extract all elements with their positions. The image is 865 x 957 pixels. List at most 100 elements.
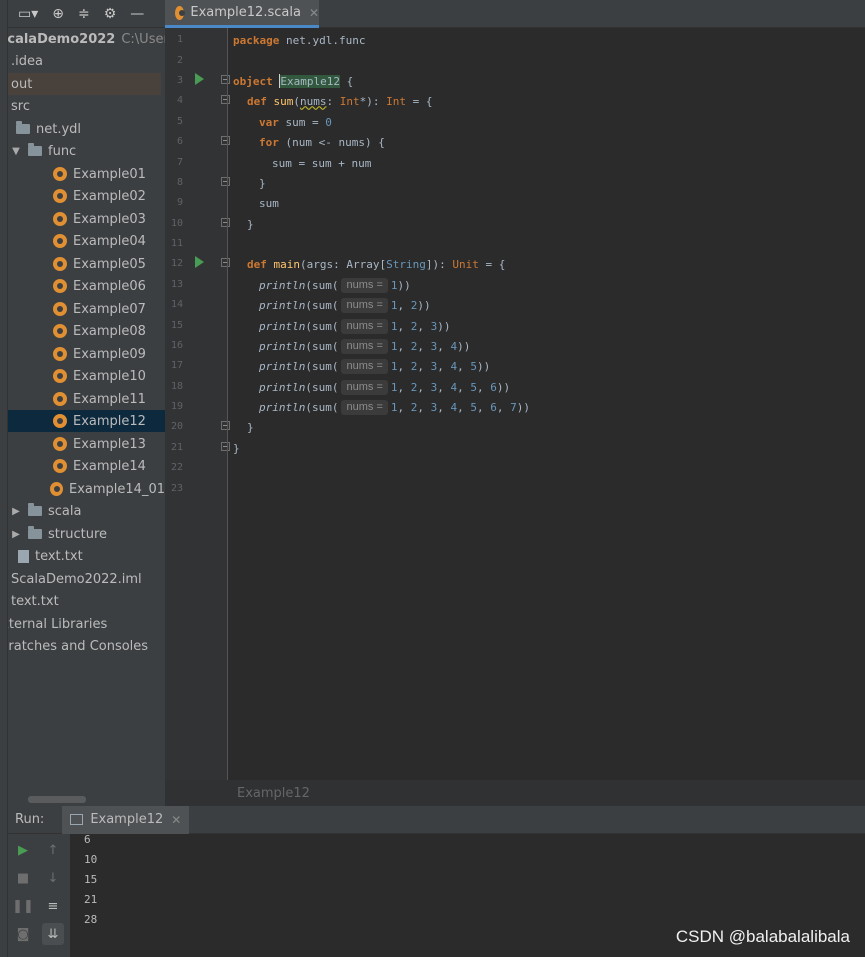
tree-item-text-txt[interactable]: text.txt (18, 545, 165, 567)
collapse-arrow-icon[interactable]: ▶ (10, 529, 22, 540)
tree-item-example04[interactable]: Example04 (8, 230, 165, 252)
code-text: )) (496, 380, 511, 394)
soft-wrap-icon[interactable]: ≡ (42, 895, 64, 917)
tree-item-example01[interactable]: Example01 (8, 163, 165, 185)
down-arrow-icon[interactable]: ↓ (42, 867, 64, 889)
hide-icon[interactable]: — (130, 6, 144, 22)
tree-item-scratches[interactable]: Scratches and Consoles (8, 635, 150, 657)
run-toolbar: ▶ ↑ ■ ↓ ❚❚ ≡ ◙ ⇊ (8, 834, 70, 957)
function-call: println (259, 339, 306, 353)
project-view-icon[interactable]: ▭▾ (18, 6, 38, 22)
line-number: 1 (176, 34, 183, 45)
code-text: )) (457, 339, 471, 353)
code-text: , (437, 359, 451, 373)
code-text: (sum( (305, 298, 339, 312)
tree-item-label: structure (48, 526, 107, 542)
line-number: 13 (170, 279, 183, 290)
function-name: main (273, 257, 301, 271)
number-literal: 2 (410, 380, 418, 394)
tree-item-label: Example14 (73, 458, 146, 474)
tree-item-example02[interactable]: Example02 (8, 185, 165, 207)
run-gutter-icon[interactable] (195, 256, 204, 268)
tree-item-example09[interactable]: Example09 (8, 343, 165, 365)
tree-item-label: .idea (11, 53, 43, 69)
function-call: println (259, 359, 306, 373)
tree-item-text-txt-root[interactable]: text.txt (8, 590, 161, 612)
code-text: sum (259, 196, 279, 210)
tree-item-example12[interactable]: Example12 (8, 410, 165, 432)
tree-item-example08[interactable]: Example08 (8, 320, 165, 342)
code-text: (num <- nums) { (278, 135, 385, 149)
collapse-arrow-icon[interactable]: ▶ (10, 506, 22, 517)
tree-item-example03[interactable]: Example03 (8, 208, 165, 230)
tree-item-example14[interactable]: Example14 (8, 455, 165, 477)
line-number: 4 (176, 95, 183, 106)
tree-item-iml[interactable]: ScalaDemo2022.iml (8, 568, 161, 590)
scala-object-icon (53, 257, 67, 271)
text-file-icon (18, 549, 29, 563)
close-icon[interactable]: ✕ (309, 6, 319, 20)
tree-item-example07[interactable]: Example07 (8, 298, 165, 320)
line-number: 22 (170, 462, 183, 473)
expand-arrow-icon[interactable]: ▼ (10, 146, 22, 157)
code-text: , (397, 380, 411, 394)
type-name: Int (339, 94, 360, 108)
console-output[interactable]: 6 10 15 21 28 (84, 834, 684, 934)
code-text: ( (293, 94, 300, 108)
line-number: 23 (170, 483, 183, 494)
keyword: for (259, 135, 279, 149)
code-line-16: println (sum(nums = 1, 2, 3, 4)) (259, 336, 470, 356)
code-text: )) (516, 400, 530, 414)
tree-item-example06[interactable]: Example06 (8, 275, 165, 297)
scroll-to-end-icon[interactable]: ⇊ (42, 923, 64, 945)
code-line-12: def main (args: Array[String]): Unit = { (247, 254, 505, 274)
code-text: , (437, 339, 451, 353)
scala-object-icon (175, 5, 186, 20)
number-literal: 6 (490, 400, 497, 414)
console-line: 6 (84, 833, 91, 846)
tree-item-label: text.txt (11, 593, 59, 609)
tree-item-example14-01[interactable]: Example14_01 (8, 478, 165, 500)
tree-item-example11[interactable]: Example11 (8, 388, 165, 410)
code-text: sum = (278, 115, 326, 129)
tree-item-example13[interactable]: Example13 (8, 433, 165, 455)
package-icon (16, 121, 30, 134)
package-icon (28, 143, 42, 156)
run-gutter-icon[interactable] (195, 73, 204, 85)
line-number: 12 (170, 258, 183, 269)
tree-item-out[interactable]: out (8, 73, 161, 95)
gear-icon[interactable]: ⚙ (104, 6, 117, 22)
stop-icon[interactable]: ■ (12, 867, 34, 889)
pause-icon[interactable]: ❚❚ (12, 895, 34, 917)
tab-example12-scala[interactable]: Example12.scala ✕ (165, 0, 319, 28)
line-number: 14 (170, 299, 183, 310)
camera-icon[interactable]: ◙ (12, 923, 34, 945)
tree-item-structure[interactable]: ▶ structure (10, 523, 165, 545)
rerun-icon[interactable]: ▶ (12, 839, 34, 861)
tab-run-example12[interactable]: Example12 ✕ (62, 805, 190, 834)
tree-item-idea[interactable]: .idea (8, 50, 161, 72)
code-line-13: println (sum(nums = 1)) (259, 275, 411, 295)
number-literal: 2 (410, 339, 418, 353)
horizontal-scrollbar[interactable] (28, 796, 86, 803)
code-line-21: } (233, 438, 240, 458)
breadcrumb-item[interactable]: Example12 (237, 786, 310, 801)
collapse-all-icon[interactable]: ≑ (78, 6, 90, 22)
param-name: nums (300, 94, 327, 108)
tree-item-scala[interactable]: ▶ scala (10, 500, 165, 522)
code-text: , (457, 400, 471, 414)
param-hint: nums = (341, 379, 388, 395)
tree-item-func[interactable]: ▼ func (10, 140, 165, 162)
tree-item-net-ydl[interactable]: net.ydl (16, 118, 165, 140)
line-number: 7 (176, 157, 183, 168)
close-icon[interactable]: ✕ (171, 813, 181, 827)
locate-icon[interactable]: ⊕ (52, 6, 64, 22)
up-arrow-icon[interactable]: ↑ (42, 839, 64, 861)
tree-item-external-libraries[interactable]: External Libraries (8, 613, 150, 635)
code-area[interactable]: package net.ydl.func object Example12 { … (227, 28, 865, 780)
tree-item-src[interactable]: src (8, 95, 161, 117)
tree-root[interactable]: ScalaDemo2022 C:\Users\ (8, 28, 165, 50)
keyword: package (233, 33, 280, 47)
tree-item-example10[interactable]: Example10 (8, 365, 165, 387)
tree-item-example05[interactable]: Example05 (8, 253, 165, 275)
